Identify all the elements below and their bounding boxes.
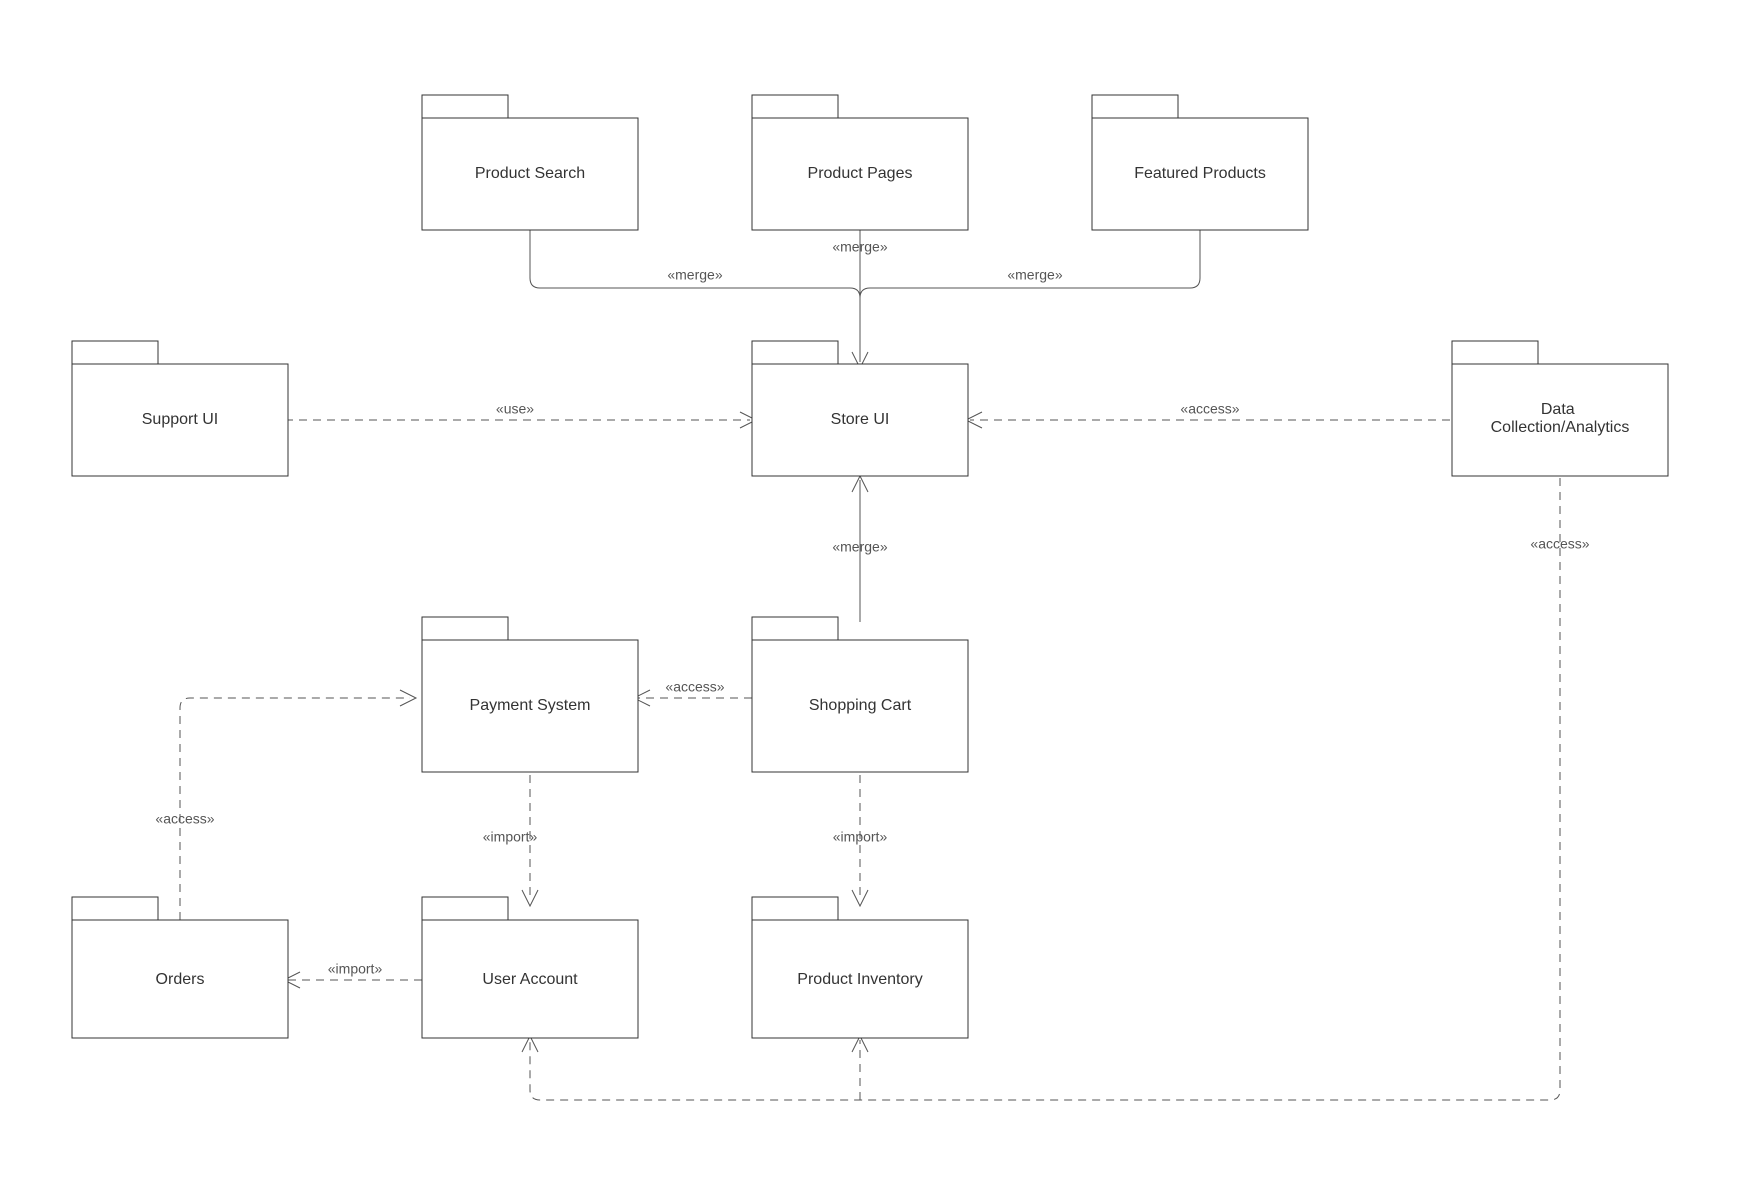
rel-label: «use» bbox=[496, 401, 534, 417]
edge-cart-merge: «merge» bbox=[832, 476, 887, 622]
edge-cart-pay: «access» bbox=[634, 679, 752, 706]
edge-analytics-store: «access» bbox=[966, 401, 1450, 428]
package-support-ui: Support UI bbox=[72, 341, 288, 476]
package-label: User Account bbox=[482, 971, 578, 988]
package-product-search: Product Search bbox=[422, 95, 638, 230]
package-payment-system: Payment System bbox=[422, 617, 638, 772]
package-label: Store UI bbox=[831, 411, 890, 428]
rel-label: «merge» bbox=[667, 267, 722, 283]
edge-featured-merge: «merge» bbox=[860, 230, 1200, 298]
rel-label: «import» bbox=[833, 829, 888, 845]
package-label: Product Pages bbox=[808, 165, 913, 182]
package-label: Product Inventory bbox=[797, 971, 922, 988]
package-label: Product Search bbox=[475, 165, 585, 182]
package-label: Support UI bbox=[142, 411, 218, 428]
edge-support-use: «use» bbox=[285, 401, 756, 428]
package-label: Shopping Cart bbox=[809, 697, 912, 714]
rel-label: «access» bbox=[155, 811, 214, 827]
rel-label: «import» bbox=[483, 829, 538, 845]
uml-package-diagram: «use» «access» «merge» «merge» «merge» «… bbox=[0, 0, 1760, 1195]
package-product-inventory: Product Inventory bbox=[752, 897, 968, 1038]
package-shopping-cart: Shopping Cart bbox=[752, 617, 968, 772]
package-label: Orders bbox=[156, 971, 205, 988]
package-user-account: User Account bbox=[422, 897, 638, 1038]
package-label: Payment System bbox=[470, 697, 591, 714]
rel-label: «import» bbox=[328, 961, 383, 977]
edge-user-orders: «import» bbox=[284, 961, 422, 988]
package-label: Featured Products bbox=[1134, 165, 1266, 182]
package-data-analytics: Data Collection/Analytics bbox=[1452, 341, 1668, 476]
rel-label: «access» bbox=[1180, 401, 1239, 417]
rel-label: «access» bbox=[665, 679, 724, 695]
package-featured-products: Featured Products bbox=[1092, 95, 1308, 230]
edge-pay-user: «import» bbox=[483, 775, 538, 906]
edge-cart-inventory: «import» bbox=[833, 775, 888, 906]
rel-label: «access» bbox=[1530, 536, 1589, 552]
rel-label: «merge» bbox=[1007, 267, 1062, 283]
edge-analytics-user-inv: «access» bbox=[522, 478, 1590, 1100]
edge-orders-pay: «access» bbox=[155, 690, 416, 920]
rel-label: «merge» bbox=[832, 239, 887, 255]
rel-label: «merge» bbox=[832, 539, 887, 555]
package-product-pages: Product Pages bbox=[752, 95, 968, 230]
